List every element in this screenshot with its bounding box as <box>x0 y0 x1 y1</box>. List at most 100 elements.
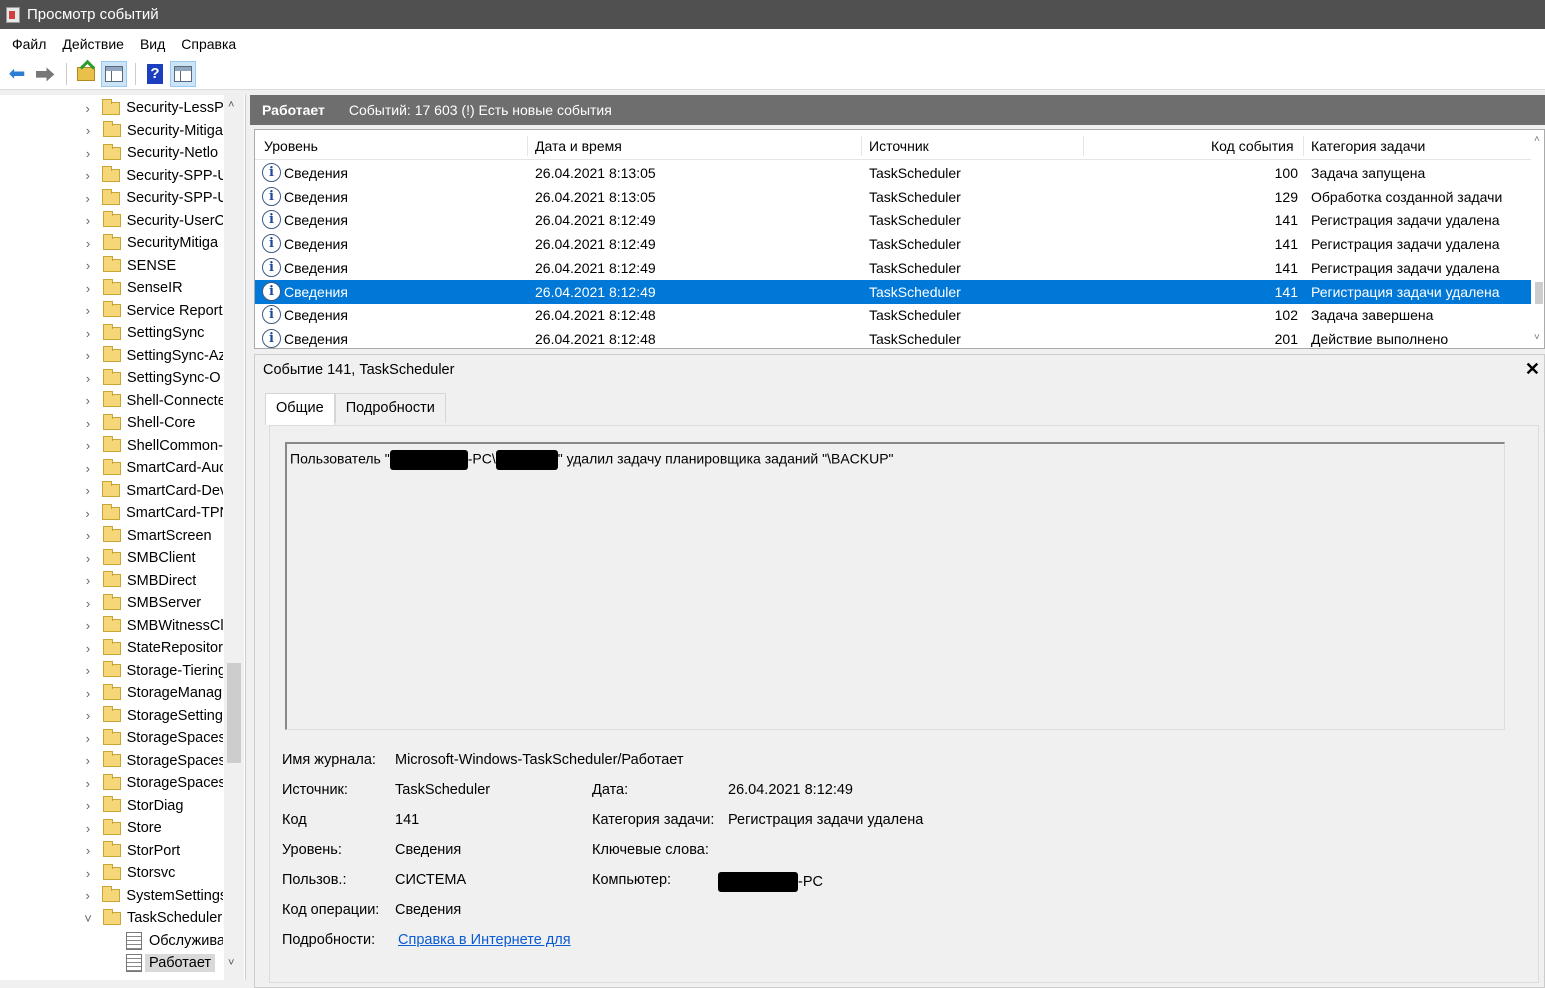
chevron-right-icon[interactable]: › <box>81 753 95 768</box>
close-icon[interactable]: ✕ <box>1525 359 1540 380</box>
value-opcode[interactable]: Сведения <box>395 902 461 918</box>
online-help-link[interactable]: Справка в Интернете для <box>398 932 571 948</box>
chevron-right-icon[interactable]: › <box>81 483 94 498</box>
chevron-right-icon[interactable]: › <box>81 708 95 723</box>
console-tree-icon[interactable] <box>101 60 127 87</box>
tree-folder-item[interactable]: › Shell-Connecte <box>0 390 223 412</box>
menu-view[interactable]: Вид <box>132 36 173 52</box>
tree-scrollbar[interactable]: ˄ ˅ <box>224 95 244 988</box>
chevron-right-icon[interactable]: › <box>81 866 95 881</box>
action-pane-icon[interactable] <box>170 60 196 87</box>
tree-folder-item[interactable]: › SettingSync <box>0 322 223 344</box>
chevron-right-icon[interactable]: › <box>81 843 95 858</box>
tree-folder-item[interactable]: › Store <box>0 817 223 839</box>
tree-folder-item[interactable]: › SettingSync-O <box>0 367 223 389</box>
chevron-right-icon[interactable]: › <box>81 101 94 116</box>
tree-scroll-thumb[interactable] <box>227 663 241 763</box>
menu-action[interactable]: Действие <box>54 36 132 52</box>
tree-folder-item[interactable]: › Security-Netlo <box>0 142 223 164</box>
chevron-right-icon[interactable]: › <box>81 371 95 386</box>
scroll-down-icon[interactable]: ˅ <box>228 957 234 969</box>
tree-folder-item[interactable]: › Service Reporti <box>0 300 223 322</box>
chevron-right-icon[interactable]: › <box>81 326 95 341</box>
column-level[interactable]: Уровень <box>264 138 318 154</box>
tree-folder-item[interactable]: › StateRepositor <box>0 637 223 659</box>
chevron-right-icon[interactable]: › <box>81 596 95 611</box>
chevron-right-icon[interactable]: › <box>81 123 95 138</box>
tab-details[interactable]: Подробности <box>334 393 446 423</box>
tree-folder-item[interactable]: › SmartScreen <box>0 525 223 547</box>
scroll-up-icon[interactable]: ˄ <box>1534 134 1540 145</box>
tree-log-item[interactable]: Работает <box>0 952 223 974</box>
chevron-right-icon[interactable]: › <box>81 821 95 836</box>
tab-general[interactable]: Общие <box>265 393 335 425</box>
column-event-id[interactable]: Код события <box>1211 138 1294 154</box>
tree-folder-item[interactable]: › ShellCommon- <box>0 435 223 457</box>
tree-folder-item[interactable]: › SenseIR <box>0 277 223 299</box>
chevron-right-icon[interactable]: › <box>81 663 95 678</box>
chevron-right-icon[interactable]: › <box>81 776 95 791</box>
chevron-right-icon[interactable]: › <box>81 618 95 633</box>
back-arrow-icon[interactable]: ⬅ <box>4 61 30 87</box>
scroll-down-icon[interactable]: ˅ <box>1534 332 1540 343</box>
tree-folder-item[interactable]: › StorageSpaces <box>0 750 223 772</box>
chevron-right-icon[interactable]: › <box>81 461 95 476</box>
tree-folder-item[interactable]: › SMBWitnessCl <box>0 615 223 637</box>
event-row[interactable]: i Сведения 26.04.2021 8:13:05 TaskScheduler… <box>255 185 1531 209</box>
event-row[interactable]: i Сведения 26.04.2021 8:12:49 TaskScheduler… <box>255 232 1531 256</box>
tree-log-item[interactable]: Обслужива <box>0 930 223 952</box>
value-log-name[interactable]: Microsoft-Windows-TaskScheduler/Работает <box>395 752 684 768</box>
chevron-right-icon[interactable]: › <box>81 528 95 543</box>
value-category[interactable]: Регистрация задачи удалена <box>728 812 923 828</box>
tree-folder-item[interactable]: › Security-Mitiga <box>0 120 223 142</box>
chevron-right-icon[interactable]: › <box>81 281 95 296</box>
event-row[interactable]: i Сведения 26.04.2021 8:13:05 TaskScheduler… <box>255 161 1531 185</box>
tree-folder-item[interactable]: › SettingSync-Az <box>0 345 223 367</box>
chevron-down-icon[interactable]: ˅ <box>81 911 95 926</box>
chevron-right-icon[interactable]: › <box>81 506 94 521</box>
tree-folder-item[interactable]: › Security-LessPr <box>0 97 223 119</box>
tree-folder-item[interactable]: › StorageSetting <box>0 705 223 727</box>
tree-folder-item[interactable]: › StorageSpaces <box>0 727 223 749</box>
tree-folder-item[interactable]: › SMBServer <box>0 592 223 614</box>
tree-folder-item[interactable]: › Security-SPP-U <box>0 165 223 187</box>
up-folder-icon[interactable] <box>73 61 99 87</box>
column-datetime[interactable]: Дата и время <box>535 138 622 154</box>
event-row[interactable]: i Сведения 26.04.2021 8:12:49 TaskScheduler… <box>255 208 1531 232</box>
chevron-right-icon[interactable]: › <box>81 731 95 746</box>
chevron-right-icon[interactable]: › <box>81 236 95 251</box>
column-divider[interactable] <box>1083 136 1084 156</box>
event-row[interactable]: i Сведения 26.04.2021 8:12:48 TaskScheduler… <box>255 303 1531 327</box>
column-category[interactable]: Категория задачи <box>1311 138 1425 154</box>
chevron-right-icon[interactable]: › <box>81 348 95 363</box>
value-date[interactable]: 26.04.2021 8:12:49 <box>728 782 853 798</box>
column-divider[interactable] <box>1303 136 1304 156</box>
chevron-right-icon[interactable]: › <box>81 416 95 431</box>
value-code[interactable]: 141 <box>395 812 419 828</box>
chevron-right-icon[interactable]: › <box>81 191 94 206</box>
chevron-right-icon[interactable]: › <box>81 798 95 813</box>
event-row[interactable]: i Сведения 26.04.2021 8:12:48 TaskScheduler… <box>255 327 1531 348</box>
tree-folder-item[interactable]: › SENSE <box>0 255 223 277</box>
tree-folder-item[interactable]: › StorageManag <box>0 682 223 704</box>
tree-folder-item[interactable]: › SMBClient <box>0 547 223 569</box>
tree-folder-item[interactable]: ˅ TaskScheduler <box>0 907 223 929</box>
value-computer[interactable]: -PC <box>718 872 823 892</box>
chevron-right-icon[interactable]: › <box>81 686 95 701</box>
chevron-right-icon[interactable]: › <box>81 888 94 903</box>
chevron-right-icon[interactable]: › <box>81 641 95 656</box>
value-source[interactable]: TaskScheduler <box>395 782 490 798</box>
chevron-right-icon[interactable]: › <box>81 573 95 588</box>
chevron-right-icon[interactable]: › <box>81 303 95 318</box>
tree-folder-item[interactable]: › StorDiag <box>0 795 223 817</box>
chevron-right-icon[interactable]: › <box>81 393 95 408</box>
column-divider[interactable] <box>861 136 862 156</box>
tree-folder-item[interactable]: › SmartCard-Dev <box>0 480 223 502</box>
tree-horizontal-scrollbar[interactable] <box>0 980 246 988</box>
chevron-right-icon[interactable]: › <box>81 438 95 453</box>
scroll-up-icon[interactable]: ˄ <box>228 99 234 111</box>
tree-folder-item[interactable]: › Storage-Tiering <box>0 660 223 682</box>
event-row[interactable]: i Сведения 26.04.2021 8:12:49 TaskScheduler… <box>255 256 1531 280</box>
chevron-right-icon[interactable]: › <box>81 168 94 183</box>
chevron-right-icon[interactable]: › <box>81 213 95 228</box>
